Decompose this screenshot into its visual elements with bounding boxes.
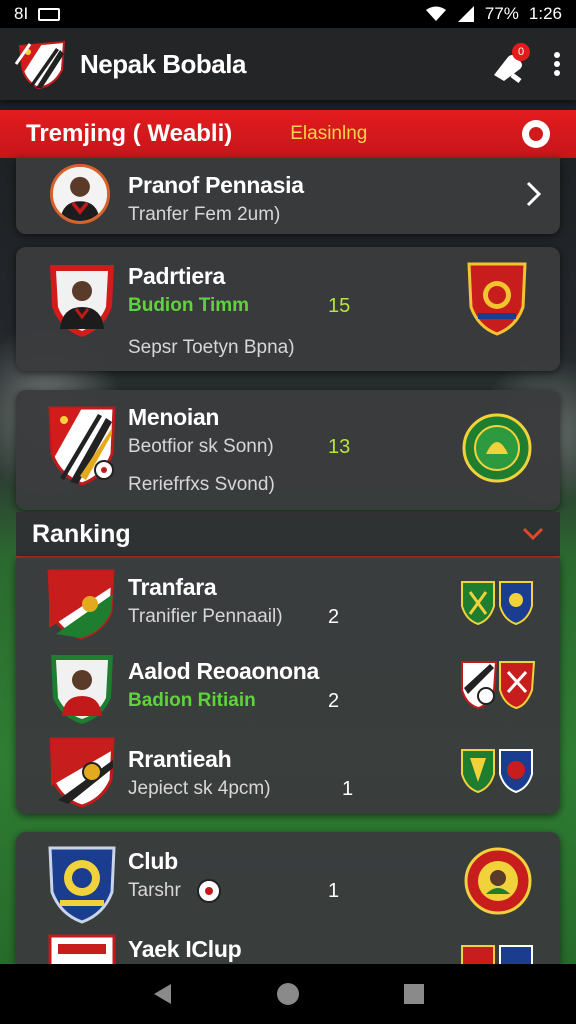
chevron-down-icon[interactable]	[522, 527, 544, 541]
ranking-title: Ranking	[32, 519, 131, 548]
player-name: Pranof Pennasia	[128, 172, 304, 198]
battery-percent: 77%	[484, 4, 519, 23]
ranking-item[interactable]: Aalod Reoaonona Badion Ritiain 2	[16, 644, 560, 728]
transfer-value: 15	[328, 295, 351, 317]
ranking-name: Aalod Reoaonona	[128, 658, 320, 684]
club-name: Club	[128, 848, 178, 874]
transfer-detail: Tranfer Fem 2um)	[128, 204, 281, 225]
ranking-value: 2	[328, 690, 340, 712]
notifications-button[interactable]: 0	[490, 43, 530, 83]
club-value: 1	[328, 880, 340, 902]
status-left-text: 8I	[14, 4, 29, 23]
chevron-right-icon[interactable]	[524, 180, 544, 208]
trending-title: Tremjing ( Weabli)	[26, 120, 233, 147]
club-name: Menoian	[128, 404, 220, 430]
player-name: Padrtiera	[128, 263, 226, 289]
ranking-detail: Badion Ritiain	[128, 690, 256, 711]
club-card: Club Tarshr 1 Yaek IClup	[16, 832, 560, 964]
ranking-value: 2	[328, 606, 340, 628]
dot-icon	[554, 70, 560, 76]
home-icon[interactable]	[275, 981, 301, 1007]
transfer-card-3[interactable]: Menoian Beotfior sk Sonn) 13 Reriefrfxs …	[16, 390, 560, 510]
ranking-header[interactable]: Ranking	[16, 512, 560, 558]
transfer-card-1[interactable]: Pranof Pennasia Tranfer Fem 2um)	[16, 158, 560, 234]
dot-icon	[554, 52, 560, 58]
transfer-value: 13	[328, 436, 351, 458]
ranking-detail: Jepiect sk 4pcm)	[128, 778, 271, 799]
club-detail: Tarshr	[128, 880, 181, 901]
signal-icon	[457, 6, 474, 22]
club-pair-icon	[461, 581, 533, 626]
club-crest-icon	[464, 847, 532, 915]
club-pair-icon	[461, 945, 533, 964]
app-logo-icon	[14, 40, 66, 90]
player-avatar	[50, 164, 110, 224]
club-crest-icon	[48, 846, 116, 924]
more-options-button[interactable]	[552, 49, 562, 79]
status-bar: 8I 77% 1:26	[0, 0, 576, 28]
back-icon[interactable]	[151, 982, 173, 1006]
club-item[interactable]: Yaek IClup	[16, 932, 560, 964]
player-shield-icon	[50, 265, 114, 337]
ranking-item[interactable]: Rrantieah Jepiect sk 4pcm) 1	[16, 730, 560, 814]
club-shield-icon	[48, 406, 116, 486]
ranking-detail: Tranifier Pennaail)	[128, 606, 283, 627]
dot-icon	[554, 61, 560, 67]
club-shield-icon	[47, 569, 115, 640]
ranking-card: Tranfara Tranifier Pennaail) 2 Aalod Reo…	[16, 558, 560, 814]
club-item[interactable]: Club Tarshr 1	[16, 832, 560, 932]
club-crest-icon	[467, 262, 527, 336]
status-right: 77% 1:26	[425, 4, 562, 24]
ranking-value: 1	[342, 778, 354, 800]
club-shield-icon	[49, 737, 115, 808]
ranking-item[interactable]: Tranfara Tranifier Pennaail) 2	[16, 558, 560, 642]
transfer-extra: Reriefrfxs Svond)	[128, 474, 275, 495]
screen-icon	[38, 7, 61, 21]
ranking-name: Rrantieah	[128, 746, 232, 772]
trending-ball-icon[interactable]	[522, 120, 550, 148]
notification-badge: 0	[512, 43, 530, 61]
app-title: Nepak Bobala	[80, 48, 246, 79]
app-bar: Nepak Bobala 0	[0, 28, 576, 100]
transfer-detail: Beotfior sk Sonn)	[128, 436, 274, 457]
club-name: Yaek IClup	[128, 936, 242, 962]
trending-bar[interactable]: Tremjing ( Weabli) Elasinlng	[0, 110, 576, 158]
transfer-detail: Budion Timm	[128, 295, 250, 316]
club-crest-icon	[462, 413, 532, 483]
recents-icon[interactable]	[403, 983, 425, 1005]
trending-subtitle: Elasinlng	[290, 123, 368, 144]
club-shield-icon	[48, 934, 116, 964]
transfer-card-2[interactable]: Padrtiera Budion Timm 15 Sepsr Toetyn Bp…	[16, 247, 560, 371]
club-pair-icon	[461, 749, 533, 794]
wifi-icon	[425, 6, 446, 21]
status-left: 8I	[14, 4, 61, 24]
clock: 1:26	[528, 4, 562, 23]
club-pair-icon	[461, 661, 536, 710]
player-shield-icon	[51, 655, 113, 724]
ball-icon	[197, 879, 221, 903]
ranking-name: Tranfara	[128, 574, 217, 600]
system-nav-bar	[0, 964, 576, 1024]
transfer-extra: Sepsr Toetyn Bpna)	[128, 337, 295, 358]
app-actions: 0	[490, 43, 562, 83]
